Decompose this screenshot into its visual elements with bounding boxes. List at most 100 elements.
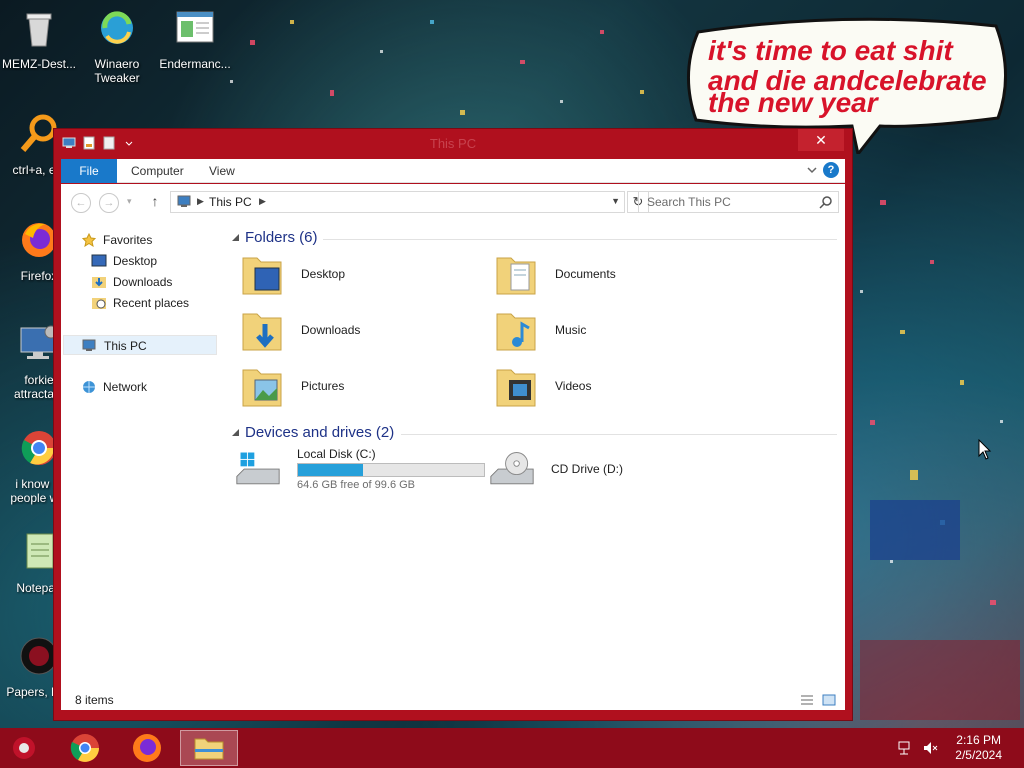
breadcrumb-separator-icon[interactable]: ▶ [197,196,204,207]
folders-group-header[interactable]: Folders (6) [231,228,837,250]
desktop-icon-winaero[interactable]: Winaero Tweaker [78,6,156,85]
drive-usage-bar [297,463,485,477]
nav-favorites[interactable]: Favorites [81,230,152,250]
desktop-icon [91,254,107,267]
status-bar: 8 items [61,690,845,710]
nav-label: Downloads [113,275,173,289]
network-status-icon[interactable] [897,740,913,756]
drive-tile-c[interactable]: Local Disk (C:) 64.6 GB free of 99.6 GB [235,445,485,497]
search-icon [819,196,832,209]
nav-downloads[interactable]: Downloads [91,272,172,292]
pictures-folder-icon [242,369,282,407]
speech-bubble-text: it's time to eat shit and die andcelebra… [708,36,1008,118]
mouse-cursor-icon [978,439,992,460]
nav-this-pc[interactable]: This PC [63,335,217,355]
drive-free-space: 64.6 GB free of 99.6 GB [297,479,416,491]
collapse-icon [232,234,239,241]
back-button[interactable]: ← [71,193,91,213]
documents-folder-icon [496,257,536,295]
expand-ribbon-icon[interactable] [805,163,819,177]
large-icons-view-icon[interactable] [821,693,837,707]
drives-group-header[interactable]: Devices and drives (2) [231,423,837,445]
help-button[interactable]: ? [823,162,839,178]
collapse-icon [232,429,239,436]
folder-name: Pictures [301,379,345,393]
speech-bubble: it's time to eat shit and die andcelebra… [680,14,1010,154]
folder-tile[interactable]: Videos [493,362,743,414]
file-explorer-icon [194,738,224,760]
desktop-icon-label: MEMZ-Dest... [2,57,76,71]
folder-tile[interactable]: Desktop [239,250,489,302]
forward-button[interactable]: → [99,193,119,213]
up-button[interactable]: ↑ [147,193,163,211]
ribbon-tabs: File Computer View ? [61,159,845,183]
nav-recent-places[interactable]: Recent places [91,293,189,313]
breadcrumb-separator-icon[interactable]: ▶ [259,196,266,207]
taskbar: 2:16 PM 2/5/2024 [0,728,1024,768]
nav-label: Desktop [113,254,158,268]
music-folder-icon [496,313,536,351]
address-row: ← → ▾ ↑ ▶ This PC ▶ ▼ ↻ [61,184,845,220]
desktop-icon-label: Endermanc... [159,57,231,71]
tab-view[interactable]: View [195,159,249,183]
drives-group-title: Devices and drives (2) [245,424,395,441]
chrome-icon [70,734,99,762]
desktop-folder-icon [242,257,282,295]
recycle-bin-icon [26,13,52,47]
volume-muted-icon[interactable] [922,740,938,756]
desktop-icon-label: Winaero Tweaker [94,57,140,85]
desktop-icon-endermanch[interactable]: Endermanc... [156,6,234,71]
recent-places-icon [92,298,106,309]
system-clock[interactable]: 2:16 PM 2/5/2024 [955,733,1002,763]
videos-folder-icon [496,369,536,407]
windows-drive-icon [236,452,280,485]
clock-time: 2:16 PM [956,733,1001,747]
breadcrumb-this-pc[interactable]: This PC [209,195,252,209]
folder-name: Downloads [301,323,361,337]
folder-tile[interactable]: Downloads [239,306,489,358]
drive-name: Local Disk (C:) [297,447,376,461]
bubble-line-1: it's time to eat shit [708,35,953,66]
navigation-pane: Favorites Desktop Downloads Recent place… [61,220,219,690]
clock-date: 2/5/2024 [955,748,1002,762]
drive-usage-fill [298,464,364,476]
search-input[interactable] [639,192,814,212]
folder-tile[interactable]: Documents [493,250,743,302]
explorer-content: Favorites Desktop Downloads Recent place… [61,220,845,710]
folder-name: Music [555,323,587,337]
tab-computer[interactable]: Computer [117,159,198,183]
title-bar[interactable]: This PC ✕ [54,129,852,159]
taskbar-firefox-button[interactable] [118,730,176,766]
downloads-folder-icon [242,313,282,351]
pc-icon [82,339,96,351]
tab-file[interactable]: File [61,159,117,183]
folder-name: Videos [555,379,592,393]
winaero-icon [101,11,133,44]
address-dropdown-icon[interactable]: ▼ [611,196,620,206]
recent-locations-icon[interactable]: ▾ [127,196,137,206]
folder-name: Documents [555,267,616,281]
nav-label: Recent places [113,296,190,310]
nav-desktop[interactable]: Desktop [91,251,157,271]
taskbar-chrome-button[interactable] [56,730,114,766]
details-view-icon[interactable] [799,693,815,707]
main-pane: Folders (6) Desktop Documents Downloads … [227,220,845,690]
address-bar[interactable]: ▶ This PC ▶ ▼ [170,191,625,213]
cd-drive-icon [490,452,534,485]
network-icon [83,381,95,393]
star-icon [81,233,97,247]
item-count: 8 items [75,693,114,707]
group-divider [323,239,837,240]
start-button-icon[interactable] [0,730,46,766]
search-box[interactable] [638,191,839,213]
folder-tile[interactable]: Music [493,306,743,358]
taskbar-explorer-button[interactable] [180,730,238,766]
close-button[interactable]: ✕ [798,129,844,151]
nav-network[interactable]: Network [81,377,147,397]
drive-tile-d[interactable]: CD Drive (D:) [489,445,739,497]
downloads-icon [92,277,106,288]
desktop-icon-memz[interactable]: MEMZ-Dest... [0,6,78,71]
folder-name: Desktop [301,267,346,281]
file-explorer-window: This PC ✕ File Computer View ? ← → ▾ ↑ ▶… [53,128,853,721]
folder-tile[interactable]: Pictures [239,362,489,414]
